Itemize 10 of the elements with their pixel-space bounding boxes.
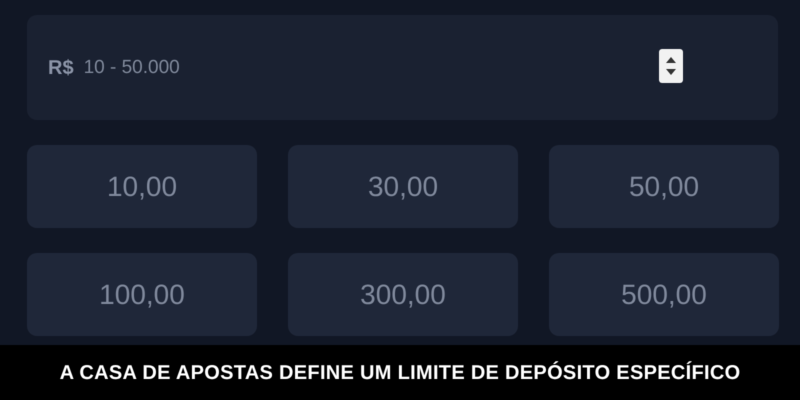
amount-button[interactable]: 500,00 bbox=[549, 253, 779, 336]
spinner-icon[interactable] bbox=[659, 49, 683, 83]
amount-input[interactable]: 10 - 50.000 bbox=[82, 53, 659, 84]
amount-button[interactable]: 100,00 bbox=[27, 253, 257, 336]
amount-button[interactable]: 50,00 bbox=[549, 145, 779, 228]
amount-button[interactable]: 300,00 bbox=[288, 253, 518, 336]
currency-label: R$ bbox=[48, 56, 74, 81]
caption-text: A CASA DE APOSTAS DEFINE UM LIMITE DE DEPÓSITO ESPECÍFICO bbox=[60, 360, 740, 386]
amount-button[interactable]: 30,00 bbox=[288, 145, 518, 228]
amount-button[interactable]: 10,00 bbox=[27, 145, 257, 228]
